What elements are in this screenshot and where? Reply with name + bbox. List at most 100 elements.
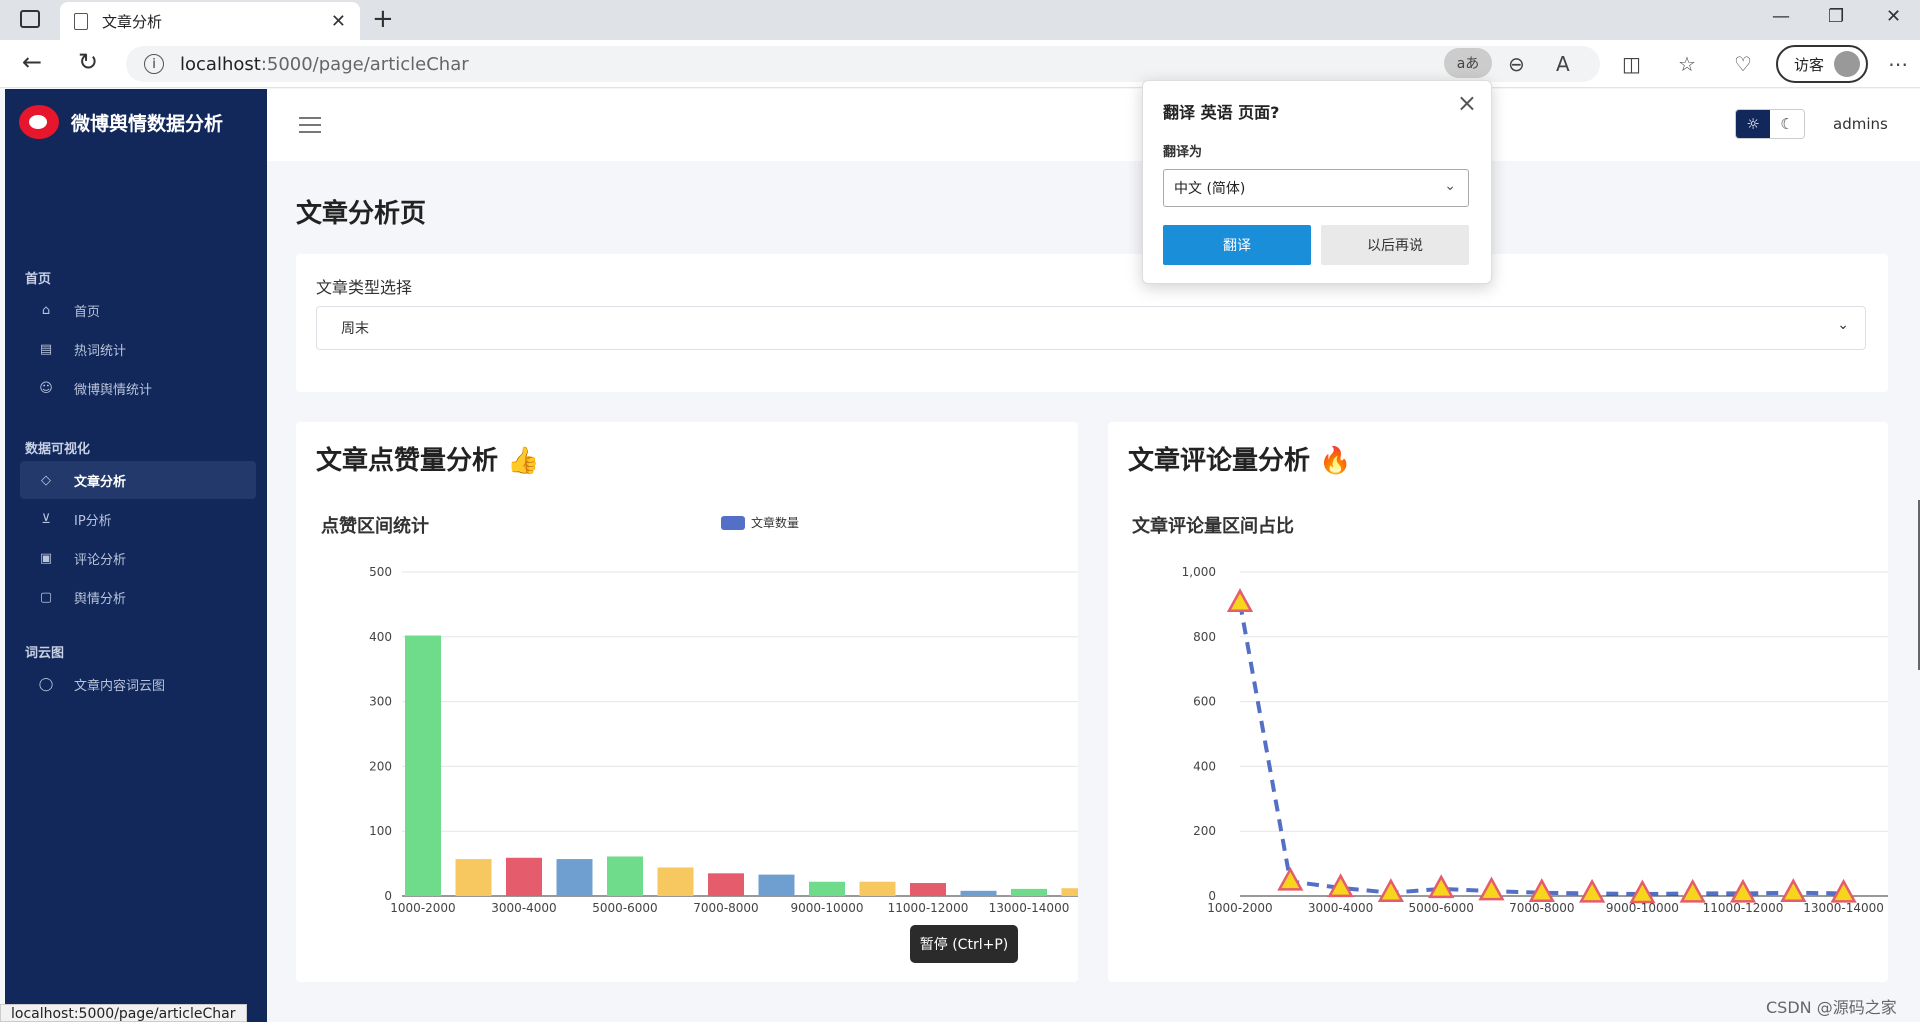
likes-bar-chart: 01002003004005001000-2000 3000-4000 5000-6… (369, 565, 1078, 915)
type-select[interactable]: 周末 ⌄ (316, 306, 1866, 350)
y-tick-label: 1,000 (1182, 565, 1216, 579)
more-menu-icon[interactable]: ⋯ (1888, 52, 1908, 76)
table-icon: ▤ (39, 341, 53, 357)
brand-name: 微博舆情数据分析 (71, 112, 224, 135)
home-icon: ⌂ (41, 302, 51, 318)
profile-button[interactable]: 访客 (1776, 45, 1868, 83)
x-tick-label: 1000-2000 (1207, 901, 1272, 915)
browser-essentials-icon[interactable]: ♡ (1734, 52, 1752, 76)
bar (556, 859, 593, 896)
x-tick-label: 9000-10000 (790, 901, 863, 915)
y-tick-label: 400 (369, 630, 392, 644)
sidebar-item-label: 评论分析 (74, 552, 127, 568)
profile-label: 访客 (1794, 55, 1825, 74)
site-info-icon[interactable]: i (144, 54, 164, 74)
sidebar-item[interactable]: ◇ 文章分析 (20, 461, 256, 499)
bar (506, 857, 542, 896)
data-point (1226, 588, 1254, 613)
light-mode-icon[interactable]: ☼ (1736, 110, 1770, 138)
sidebar-item-label: 热词统计 (74, 343, 127, 359)
translate-button[interactable]: 翻译 (1163, 225, 1311, 265)
y-tick-label: 300 (369, 695, 392, 709)
favorites-icon[interactable]: ☆ (1678, 52, 1696, 76)
comments-line-chart: 02004006008001,0001000-2000 3000-4000 5000… (1182, 565, 1888, 915)
bar (960, 890, 997, 896)
browser-titlebar: 文章分析 ✕ + — ❐ ✕ (0, 0, 1920, 40)
reload-icon[interactable]: ↻ (78, 48, 98, 76)
minimize-icon[interactable]: — (1772, 6, 1790, 27)
x-tick-label: 13000-14000 (989, 901, 1070, 915)
bar (859, 881, 896, 896)
pause-tooltip: 暂停 (Ctrl+P) (910, 925, 1018, 963)
address-bar[interactable]: i localhost:5000/page/articleChar (126, 46, 1600, 82)
users-icon: ☺ (39, 380, 53, 396)
sidebar-item[interactable]: ☺ 微博舆情统计 (20, 369, 256, 407)
topbar: ☼ ☾ admins (267, 89, 1920, 161)
translate-page-icon[interactable]: aあ (1444, 48, 1492, 78)
bar (809, 881, 845, 896)
user-name[interactable]: admins (1833, 115, 1888, 133)
type-select-label: 文章类型选择 (316, 278, 413, 297)
data-point (1428, 874, 1455, 899)
sidebar-item-label: 首页 (74, 304, 101, 320)
language-select[interactable]: 中文 (简体) ⌄ (1163, 169, 1469, 207)
message-icon: ◯ (38, 676, 54, 692)
bar (405, 635, 441, 896)
brand[interactable]: 微博舆情数据分析 (19, 105, 223, 139)
x-tick-label: 3000-4000 (491, 901, 556, 915)
dark-mode-icon[interactable]: ☾ (1770, 110, 1804, 138)
split-screen-icon[interactable]: ◫ (1622, 52, 1641, 76)
new-tab-icon[interactable]: + (372, 4, 394, 34)
clipboard-icon: ▢ (39, 589, 53, 605)
translate-to-label: 翻译为 (1163, 145, 1203, 160)
type-select-value: 周末 (341, 321, 369, 337)
status-url: localhost:5000/page/articleChar (0, 1004, 247, 1022)
sidebar-item-label: IP分析 (74, 513, 112, 529)
tag-icon: ◇ (41, 472, 51, 488)
sidebar-item[interactable]: ⌂ 首页 (20, 291, 256, 329)
later-button[interactable]: 以后再说 (1321, 225, 1469, 265)
close-icon[interactable]: × (1457, 89, 1477, 117)
restore-icon[interactable]: ❐ (1828, 6, 1844, 27)
series-line (1238, 602, 1844, 897)
bar (758, 874, 795, 896)
chevron-down-icon: ⌄ (1444, 178, 1456, 194)
theme-switch[interactable]: ☼ ☾ (1735, 109, 1805, 139)
back-icon[interactable]: ← (22, 48, 42, 76)
sidebar-item-label: 文章内容词云图 (74, 678, 166, 694)
y-tick-label: 500 (369, 565, 392, 579)
x-tick-label: 3000-4000 (1308, 901, 1373, 915)
bar (1061, 888, 1078, 896)
avatar (1834, 51, 1861, 77)
bar (708, 873, 744, 896)
translate-title: 翻译 英语 页面? (1163, 103, 1280, 122)
x-tick-label: 5000-6000 (592, 901, 657, 915)
likes-card-title: 文章点赞量分析 👍 (316, 446, 540, 476)
zoom-out-icon[interactable]: ⊖ (1508, 52, 1525, 76)
read-aloud-icon[interactable]: A (1556, 52, 1570, 76)
bar (607, 856, 643, 896)
data-point (1578, 878, 1606, 903)
data-point (1679, 878, 1706, 903)
sidebar-item[interactable]: ⊻ IP分析 (20, 500, 256, 538)
bar (910, 883, 946, 896)
sidebar-item[interactable]: ▤ 热词统计 (20, 330, 256, 368)
close-tab-icon[interactable]: ✕ (331, 11, 346, 32)
data-point (1277, 866, 1304, 891)
x-tick-label: 5000-6000 (1408, 901, 1473, 915)
filter-card: 文章类型选择 周末 ⌄ (296, 254, 1888, 392)
browser-tab[interactable]: 文章分析 ✕ (60, 2, 360, 40)
window-close-icon[interactable]: ✕ (1886, 6, 1901, 27)
data-point (1377, 878, 1405, 903)
menu-toggle-icon[interactable] (299, 117, 321, 138)
sidebar-item[interactable]: ▢ 舆情分析 (20, 578, 256, 616)
sidebar-item[interactable]: ◯ 文章内容词云图 (20, 665, 256, 703)
x-tick-label: 9000-10000 (1606, 901, 1679, 915)
sidebar-item-label: 文章分析 (74, 474, 127, 490)
sidebar-item[interactable]: ▣ 评论分析 (20, 539, 256, 577)
sidebar-toggle-icon[interactable] (20, 10, 40, 28)
x-tick-label: 7000-8000 (693, 901, 758, 915)
url-host: localhost (180, 53, 261, 75)
weibo-logo-icon (19, 105, 59, 139)
x-tick-label: 11000-12000 (888, 901, 969, 915)
